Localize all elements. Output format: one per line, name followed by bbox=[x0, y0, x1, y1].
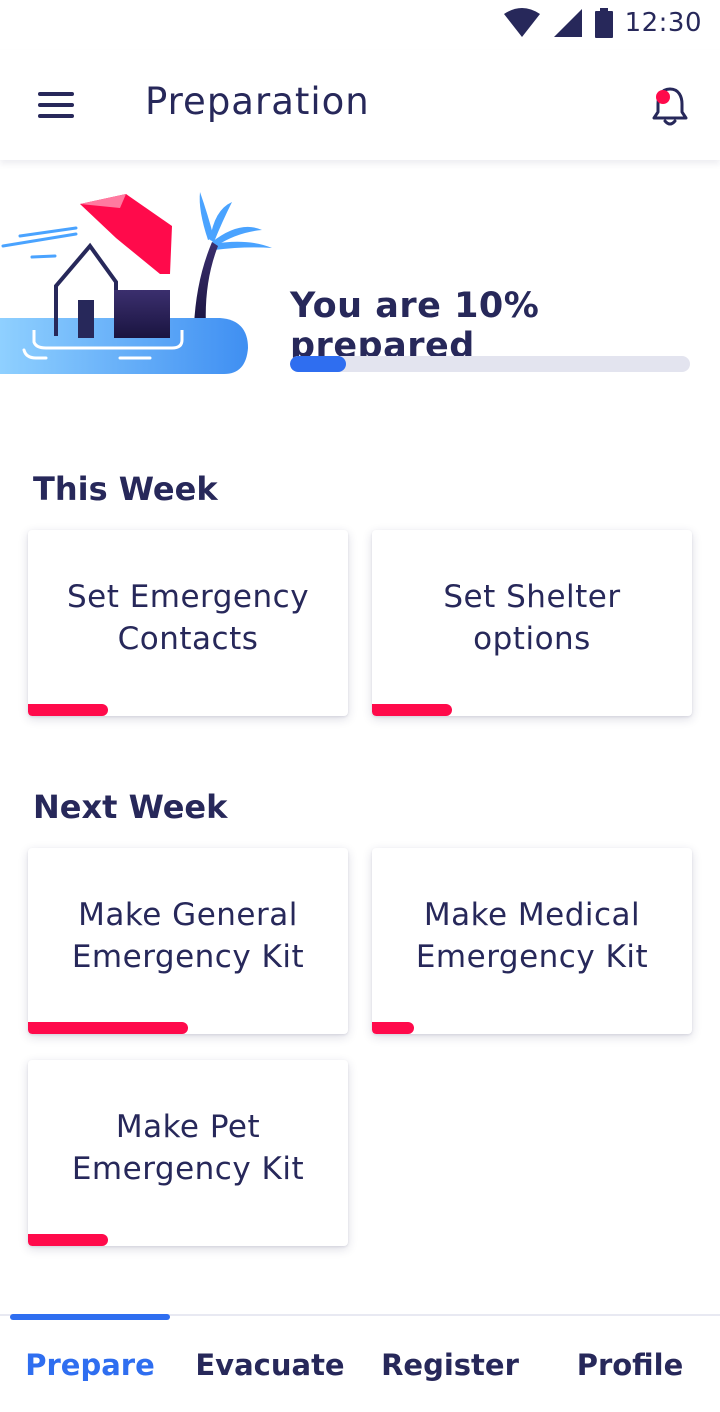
page-title: Preparation bbox=[145, 80, 370, 123]
tab-register[interactable]: Register bbox=[360, 1348, 540, 1382]
task-card-label: Set Emergency Contacts bbox=[66, 578, 310, 657]
preparedness-progress-bar bbox=[290, 356, 690, 372]
task-card-emergency-contacts[interactable]: Set Emergency Contacts bbox=[28, 530, 348, 716]
task-progress-bar bbox=[372, 704, 452, 716]
section-title-next-week: Next Week bbox=[33, 788, 228, 826]
task-card-general-kit[interactable]: Make General Emergency Kit bbox=[28, 848, 348, 1034]
wifi-icon bbox=[503, 8, 540, 37]
status-bar: 12:30 bbox=[0, 0, 720, 50]
tab-evacuate[interactable]: Evacuate bbox=[180, 1348, 360, 1382]
task-card-label: Make Pet Emergency Kit bbox=[71, 1108, 305, 1187]
house-illustration bbox=[0, 192, 272, 374]
task-progress-bar bbox=[28, 704, 108, 716]
preparedness-progress-fill bbox=[290, 356, 346, 372]
task-card-label: Make General Emergency Kit bbox=[71, 896, 305, 975]
task-progress-bar bbox=[372, 1022, 414, 1034]
task-card-pet-kit[interactable]: Make Pet Emergency Kit bbox=[28, 1060, 348, 1246]
notification-button[interactable] bbox=[650, 84, 690, 128]
battery-icon bbox=[594, 8, 613, 38]
bottom-navigation: Prepare Evacuate Register Profile bbox=[0, 1314, 720, 1412]
task-card-label: Set Shelter options bbox=[443, 578, 621, 657]
task-progress-bar bbox=[28, 1234, 108, 1246]
task-card-shelter-options[interactable]: Set Shelter options bbox=[372, 530, 692, 716]
section-title-this-week: This Week bbox=[33, 470, 218, 508]
app-bar: Preparation bbox=[0, 50, 720, 160]
tab-profile[interactable]: Profile bbox=[540, 1348, 720, 1382]
task-card-medical-kit[interactable]: Make Medical Emergency Kit bbox=[372, 848, 692, 1034]
menu-icon[interactable] bbox=[38, 92, 74, 118]
preparedness-label: You are 10% prepared bbox=[290, 286, 540, 366]
tab-prepare[interactable]: Prepare bbox=[0, 1348, 180, 1382]
status-time: 12:30 bbox=[624, 8, 702, 38]
task-card-label: Make Medical Emergency Kit bbox=[415, 896, 649, 975]
task-progress-bar bbox=[28, 1022, 188, 1034]
bell-icon bbox=[652, 87, 688, 126]
active-tab-indicator bbox=[10, 1314, 170, 1320]
signal-icon bbox=[553, 9, 582, 37]
